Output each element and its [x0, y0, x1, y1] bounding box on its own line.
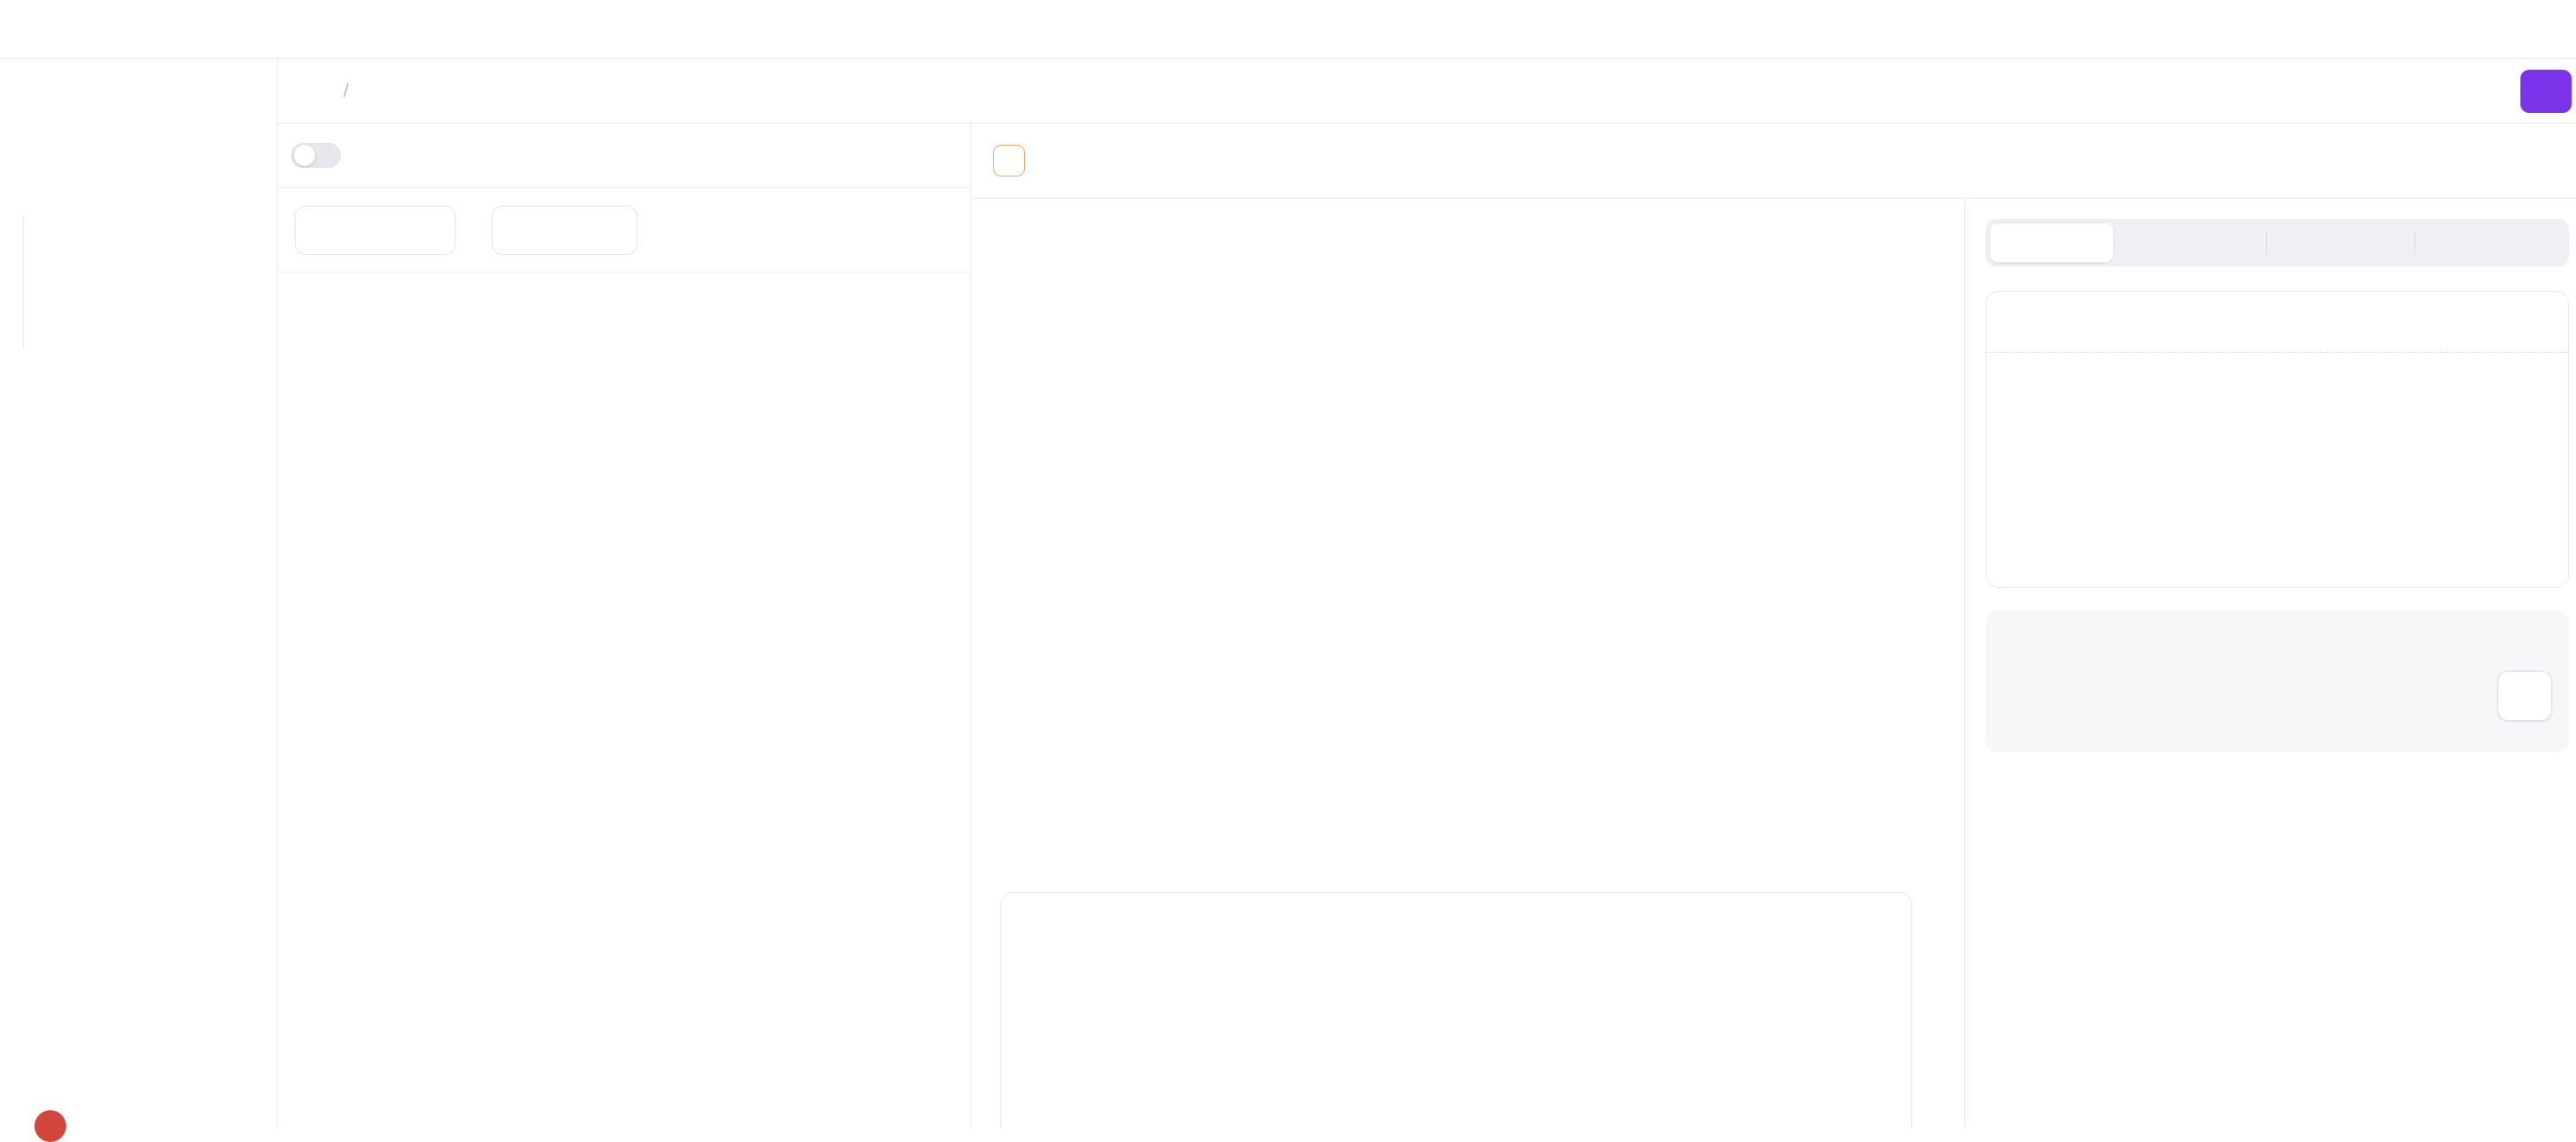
view-toolbar: /: [278, 59, 2576, 124]
metrics-empty-state: [1985, 611, 2569, 752]
share-project-button[interactable]: [2524, 0, 2557, 59]
chat-bubble-icon: [375, 81, 396, 102]
tab-metrics[interactable]: [1985, 219, 2118, 267]
dataset-icon[interactable]: [1856, 224, 1878, 246]
json-tools-card: [1000, 892, 1912, 1128]
tab-label: [1990, 223, 2113, 262]
share-icon: [2524, 19, 2545, 41]
sidebar-subnav-rule: [23, 216, 24, 349]
collapse-right-panel-icon[interactable]: [2542, 149, 2565, 172]
tab-params[interactable]: [2118, 219, 2266, 267]
llm-span-icon: [993, 145, 1025, 177]
chevron-down-icon[interactable]: [1002, 227, 1019, 244]
input-controls: [1808, 224, 1923, 246]
tab-messages[interactable]: [375, 81, 406, 102]
view-tabs: [375, 59, 531, 124]
span-header: [971, 124, 2576, 199]
trace-tree: [278, 124, 970, 1128]
toolbar-separator: /: [343, 79, 349, 102]
toolbar-right: [2413, 59, 2572, 124]
trace-tree-panel: [278, 124, 971, 1128]
chevron-updown-icon: [1816, 227, 1832, 243]
system-metrics-card: [1985, 291, 2569, 588]
user-avatar[interactable]: [34, 1110, 66, 1142]
tab-insights[interactable]: [2414, 219, 2569, 267]
metrics-panel: [1964, 199, 2576, 1128]
configure-metrics-button[interactable]: [2520, 70, 2572, 113]
next-session-arrow-icon[interactable]: [2477, 80, 2499, 102]
lines-icon: [438, 81, 459, 102]
link-icon[interactable]: [1902, 224, 1923, 245]
prev-session-arrow-icon[interactable]: [2434, 80, 2456, 102]
tab-latency[interactable]: [438, 81, 469, 102]
tab-trace-graph[interactable]: [501, 81, 531, 102]
sidebar-collapse-icon[interactable]: [225, 19, 247, 41]
metrics-panel-tabs: [1985, 219, 2569, 267]
tab-annotations[interactable]: [2266, 219, 2414, 267]
topbar: [0, 0, 2576, 59]
chevron-down-icon[interactable]: [364, 21, 381, 39]
stack-icon: [999, 151, 1019, 170]
view-mode-select[interactable]: [1808, 227, 1832, 243]
sidebar: [0, 59, 278, 1128]
galileo-logo-icon: [29, 15, 58, 44]
dotted-divider: [1986, 352, 2568, 353]
graph-icon: [501, 81, 522, 102]
span-detail-panel: [971, 199, 1964, 1128]
breadcrumb: [325, 0, 410, 59]
configure-metrics-secondary-button[interactable]: [2497, 671, 2552, 721]
back-arrow-icon[interactable]: [305, 79, 328, 103]
